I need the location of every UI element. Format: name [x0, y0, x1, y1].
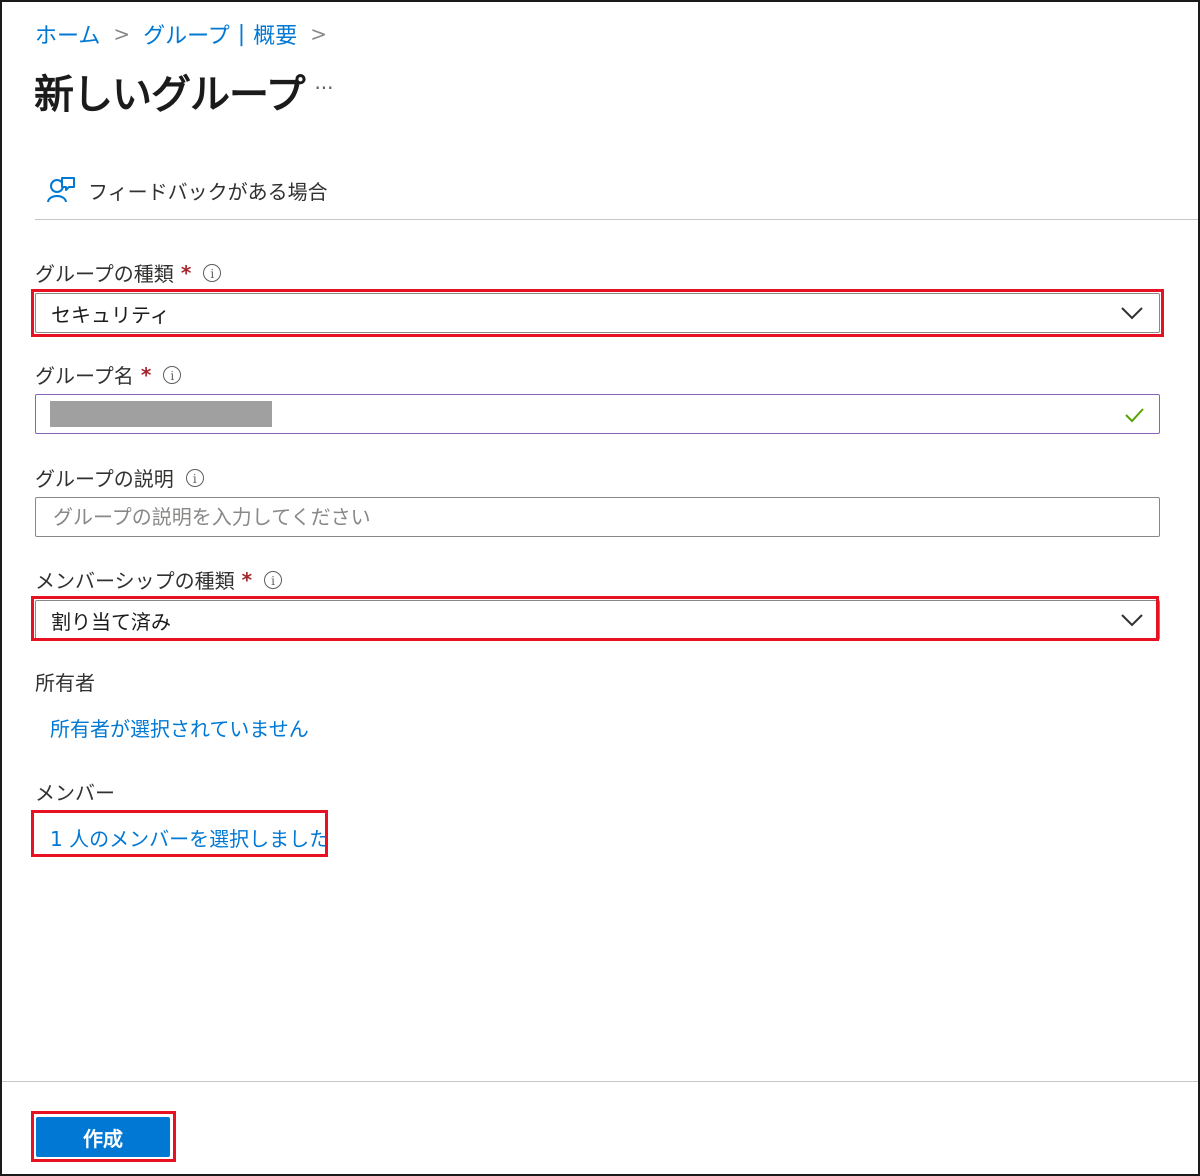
- members-link[interactable]: 1 人のメンバーを選択しました: [50, 823, 329, 852]
- breadcrumb: ホーム > グループ | 概要 >: [35, 18, 340, 50]
- breadcrumb-groups-link[interactable]: グループ: [143, 18, 230, 50]
- breadcrumb-home-link[interactable]: ホーム: [35, 18, 100, 50]
- required-mark: *: [140, 362, 152, 387]
- breadcrumb-separator: >: [113, 22, 131, 46]
- page-title: 新しいグループ: [34, 72, 306, 118]
- membership-type-label-row: メンバーシップの種類 * i: [35, 565, 283, 594]
- redacted-value: [50, 401, 272, 427]
- group-type-dropdown[interactable]: セキュリティ: [35, 293, 1160, 333]
- required-mark: *: [241, 567, 253, 592]
- footer-divider: [2, 1081, 1198, 1082]
- info-icon[interactable]: i: [203, 263, 222, 282]
- group-type-label: グループの種類: [35, 262, 174, 286]
- group-description-input[interactable]: [51, 504, 1159, 530]
- more-options-button[interactable]: ···: [310, 74, 338, 102]
- membership-type-label: メンバーシップの種類: [35, 569, 235, 593]
- owners-link[interactable]: 所有者が選択されていません: [50, 713, 309, 742]
- members-label: メンバー: [35, 781, 115, 805]
- info-icon[interactable]: i: [185, 468, 204, 487]
- group-type-value: セキュリティ: [51, 302, 170, 327]
- required-mark: *: [180, 260, 192, 285]
- group-name-label: グループ名: [35, 364, 134, 388]
- membership-type-dropdown[interactable]: 割り当て済み: [35, 600, 1160, 640]
- group-description-field[interactable]: [35, 497, 1160, 537]
- group-type-label-row: グループの種類 * i: [35, 258, 222, 287]
- page-frame: ホーム > グループ | 概要 > 新しいグループ ··· フィードバックがある…: [0, 0, 1200, 1176]
- info-icon[interactable]: i: [163, 365, 182, 384]
- group-name-input[interactable]: [35, 394, 1160, 434]
- feedback-label: フィードバックがある場合: [88, 179, 328, 204]
- group-name-label-row: グループ名 * i: [35, 360, 182, 389]
- create-button[interactable]: 作成: [36, 1117, 170, 1157]
- divider: [35, 219, 1198, 220]
- feedback-person-icon: [47, 177, 75, 203]
- group-description-label-row: グループの説明 i: [35, 463, 204, 492]
- chevron-down-icon: [1121, 307, 1143, 320]
- membership-type-value: 割り当て済み: [51, 609, 171, 634]
- breadcrumb-pipe: |: [237, 21, 246, 47]
- info-icon[interactable]: i: [264, 570, 283, 589]
- owners-label: 所有者: [35, 671, 95, 695]
- checkmark-icon: [1125, 408, 1144, 423]
- group-description-label: グループの説明: [35, 467, 174, 491]
- breadcrumb-overview-link[interactable]: 概要: [253, 18, 297, 50]
- chevron-down-icon: [1121, 614, 1143, 627]
- feedback-button[interactable]: フィードバックがある場合: [46, 172, 328, 208]
- breadcrumb-separator: >: [310, 22, 327, 46]
